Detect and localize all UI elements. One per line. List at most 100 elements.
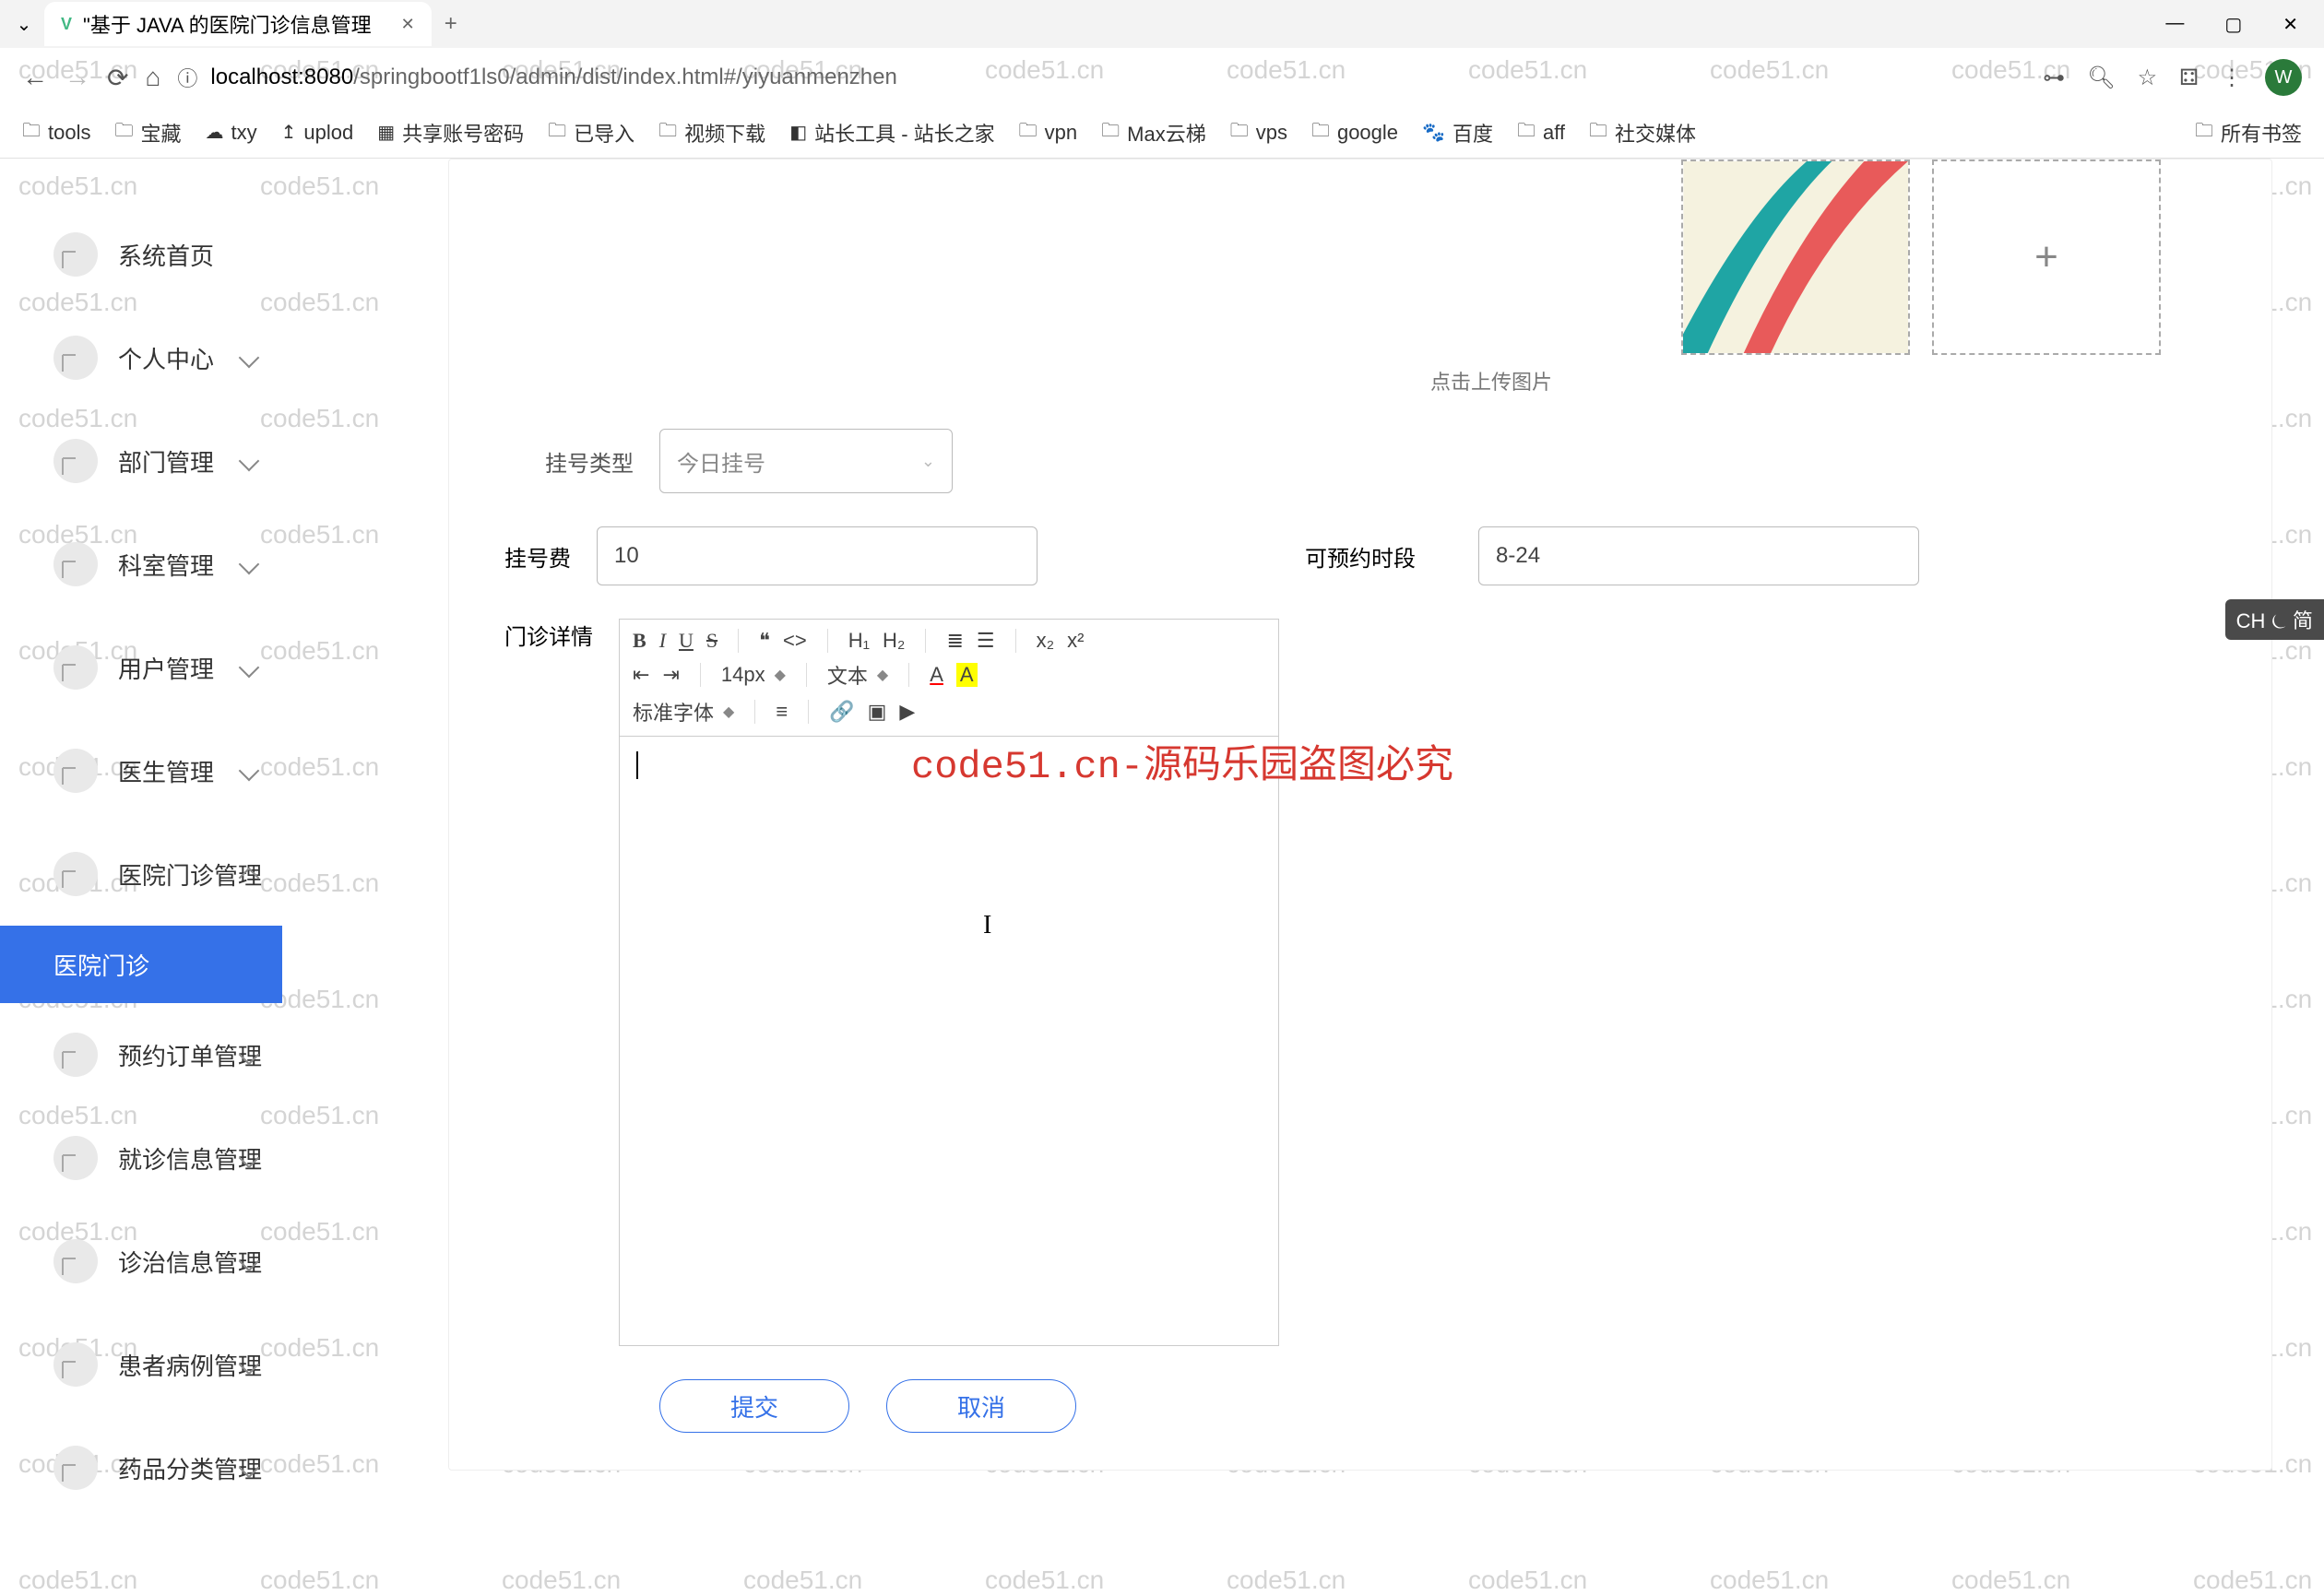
clock-icon	[53, 749, 98, 793]
bookmark-item[interactable]: 🗀google	[1311, 117, 1398, 148]
image-icon[interactable]: ▣	[868, 700, 887, 724]
cancel-button[interactable]: 取消	[886, 1379, 1076, 1433]
info-icon[interactable]: ⓘ	[177, 63, 197, 92]
fee-label: 挂号费	[504, 540, 571, 573]
sidebar-item[interactable]: 用户管理	[0, 616, 282, 719]
text-cursor-icon: I	[983, 911, 991, 940]
close-window-button[interactable]: ✕	[2282, 13, 2298, 36]
sidebar-item[interactable]: 系统首页	[0, 203, 282, 306]
sidebar-item[interactable]: 药品分类管理	[0, 1416, 282, 1519]
folder-icon: 🗀	[1589, 117, 1607, 148]
sidebar-label: 医生管理	[118, 754, 214, 788]
quote-icon[interactable]: ❝	[759, 629, 770, 653]
sidebar-item[interactable]: 预约订单管理	[0, 1003, 282, 1106]
bookmark-all[interactable]: 🗀所有书签	[2195, 117, 2302, 148]
folder-icon: ☁	[206, 121, 224, 144]
align-icon[interactable]: ≡	[776, 700, 788, 724]
text-type-select[interactable]: 文本◆	[827, 660, 888, 690]
strike-icon[interactable]: S	[706, 629, 717, 653]
sidebar-item[interactable]: 科室管理	[0, 513, 282, 616]
bookmark-item[interactable]: 🗀vps	[1230, 117, 1287, 148]
add-image-button[interactable]: +	[1932, 160, 2161, 355]
upload-hint: 点击上传图片	[504, 366, 2216, 396]
bg-color-icon[interactable]: A	[956, 663, 978, 687]
list-ul-icon[interactable]: ☰	[977, 629, 995, 653]
bold-icon[interactable]: B	[633, 629, 646, 653]
bookmark-item[interactable]: 🗀已导入	[548, 117, 634, 148]
clock-icon	[53, 232, 98, 277]
bookmark-item[interactable]: 🗀视频下载	[658, 117, 765, 148]
reg-type-select[interactable]: 今日挂号 ⌄	[659, 429, 953, 493]
close-icon[interactable]: ✕	[401, 15, 415, 34]
folder-icon: 🗀	[1311, 117, 1330, 148]
sidebar-sub-active[interactable]: 医院门诊	[0, 926, 282, 1003]
bookmark-item[interactable]: ☁txy	[206, 121, 257, 145]
uploaded-image-thumb[interactable]	[1681, 160, 1910, 355]
h2-icon[interactable]: H₂	[883, 629, 905, 653]
underline-icon[interactable]: U	[679, 629, 694, 653]
bookmark-item[interactable]: ◧站长工具 - 站长之家	[789, 118, 994, 148]
list-ol-icon[interactable]: ≣	[946, 629, 963, 653]
sidebar-item[interactable]: 诊治信息管理	[0, 1210, 282, 1313]
minimize-button[interactable]: —	[2165, 13, 2184, 36]
sidebar-label: 部门管理	[118, 444, 214, 478]
bookmark-item[interactable]: 🗀社交媒体	[1589, 117, 1696, 148]
rte-content[interactable]	[620, 737, 1278, 1345]
menu-icon[interactable]: ⋮	[2221, 65, 2243, 91]
submit-button[interactable]: 提交	[659, 1379, 849, 1433]
outdent-icon[interactable]: ⇤	[633, 663, 649, 687]
bookmark-item[interactable]: ▦共享账号密码	[377, 118, 524, 148]
bookmark-item[interactable]: 🐾百度	[1422, 118, 1493, 148]
bookmark-item[interactable]: 🗀宝藏	[114, 117, 181, 148]
sidebar-item[interactable]: 就诊信息管理	[0, 1106, 282, 1210]
ime-indicator[interactable]: CH ⏾ 简	[2225, 599, 2324, 640]
key-icon[interactable]: ⊶	[2043, 65, 2065, 91]
sidebar-label: 预约订单管理	[118, 1038, 262, 1072]
forward-button[interactable]: →	[65, 63, 90, 92]
time-label: 可预约时段	[1305, 540, 1452, 573]
font-family-select[interactable]: 标准字体◆	[633, 697, 734, 727]
profile-avatar[interactable]: W	[2265, 59, 2302, 96]
folder-icon: ◧	[789, 121, 807, 144]
browser-tab[interactable]: V "基于 JAVA 的医院门诊信息管理 ✕	[44, 2, 432, 46]
clock-icon	[53, 1342, 98, 1387]
subscript-icon[interactable]: x₂	[1037, 629, 1055, 653]
fee-input[interactable]	[597, 526, 1038, 585]
bookmark-item[interactable]: 🗀vpn	[1019, 117, 1077, 148]
font-size-select[interactable]: 14px◆	[721, 663, 786, 687]
superscript-icon[interactable]: x²	[1067, 629, 1084, 653]
url-input[interactable]: ⓘ localhost:8080/springbootf1ls0/admin/d…	[177, 63, 2026, 92]
back-button[interactable]: ←	[22, 63, 48, 92]
sidebar-item[interactable]: 医院门诊管理	[0, 822, 282, 926]
bookmark-item[interactable]: ↥uplod	[281, 121, 354, 145]
tab-title: "基于 JAVA 的医院门诊信息管理	[83, 9, 372, 39]
extensions-icon[interactable]: ⚃	[2179, 65, 2199, 91]
time-input[interactable]	[1478, 526, 1919, 585]
tab-dropdown[interactable]: ⌄	[7, 13, 41, 36]
star-icon[interactable]: ☆	[2138, 65, 2158, 91]
bookmark-item[interactable]: 🗀tools	[22, 117, 90, 148]
reg-type-label: 挂号类型	[504, 445, 634, 478]
sidebar-item[interactable]: 部门管理	[0, 409, 282, 513]
rte-toolbar: B I U S ❝ <> H₁ H₂	[620, 620, 1278, 737]
italic-icon[interactable]: I	[659, 629, 666, 653]
folder-icon: 🗀	[1230, 117, 1249, 148]
home-button[interactable]: ⌂	[145, 63, 160, 92]
rich-text-editor: B I U S ❝ <> H₁ H₂	[619, 619, 1279, 1346]
video-icon[interactable]: ▶	[899, 700, 915, 724]
reload-button[interactable]: ⟳	[107, 63, 128, 93]
sidebar-item[interactable]: 患者病例管理	[0, 1313, 282, 1416]
indent-icon[interactable]: ⇥	[662, 663, 679, 687]
new-tab-button[interactable]: +	[445, 11, 457, 37]
bookmark-item[interactable]: 🗀aff	[1517, 117, 1565, 148]
zoom-icon[interactable]: 🔍︎	[2087, 65, 2115, 91]
bookmark-item[interactable]: 🗀Max云梯	[1101, 117, 1206, 148]
font-color-icon[interactable]: A	[930, 663, 943, 687]
sidebar-label: 系统首页	[118, 238, 214, 272]
sidebar-item[interactable]: 医生管理	[0, 719, 282, 822]
maximize-button[interactable]: ▢	[2224, 13, 2242, 36]
sidebar-item[interactable]: 个人中心	[0, 306, 282, 409]
code-icon[interactable]: <>	[783, 629, 807, 653]
link-icon[interactable]: 🔗	[829, 700, 854, 724]
h1-icon[interactable]: H₁	[848, 629, 870, 653]
